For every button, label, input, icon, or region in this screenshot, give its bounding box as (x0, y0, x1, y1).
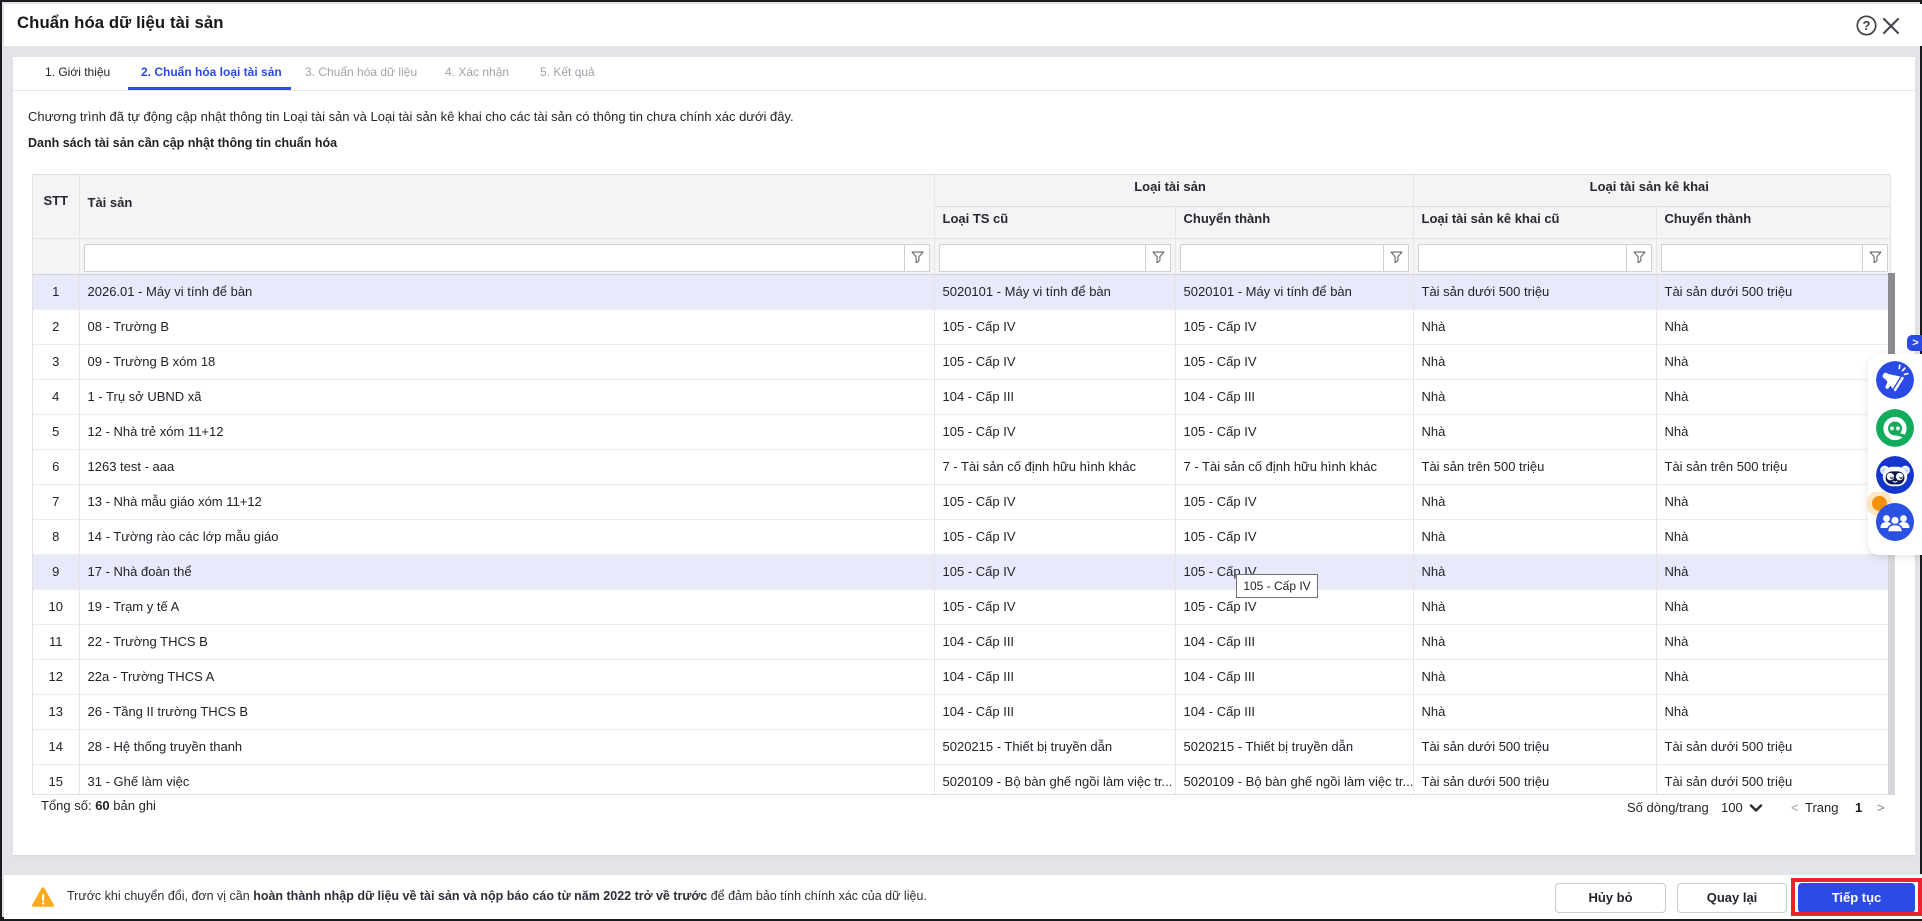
svg-text:?: ? (1863, 18, 1871, 33)
